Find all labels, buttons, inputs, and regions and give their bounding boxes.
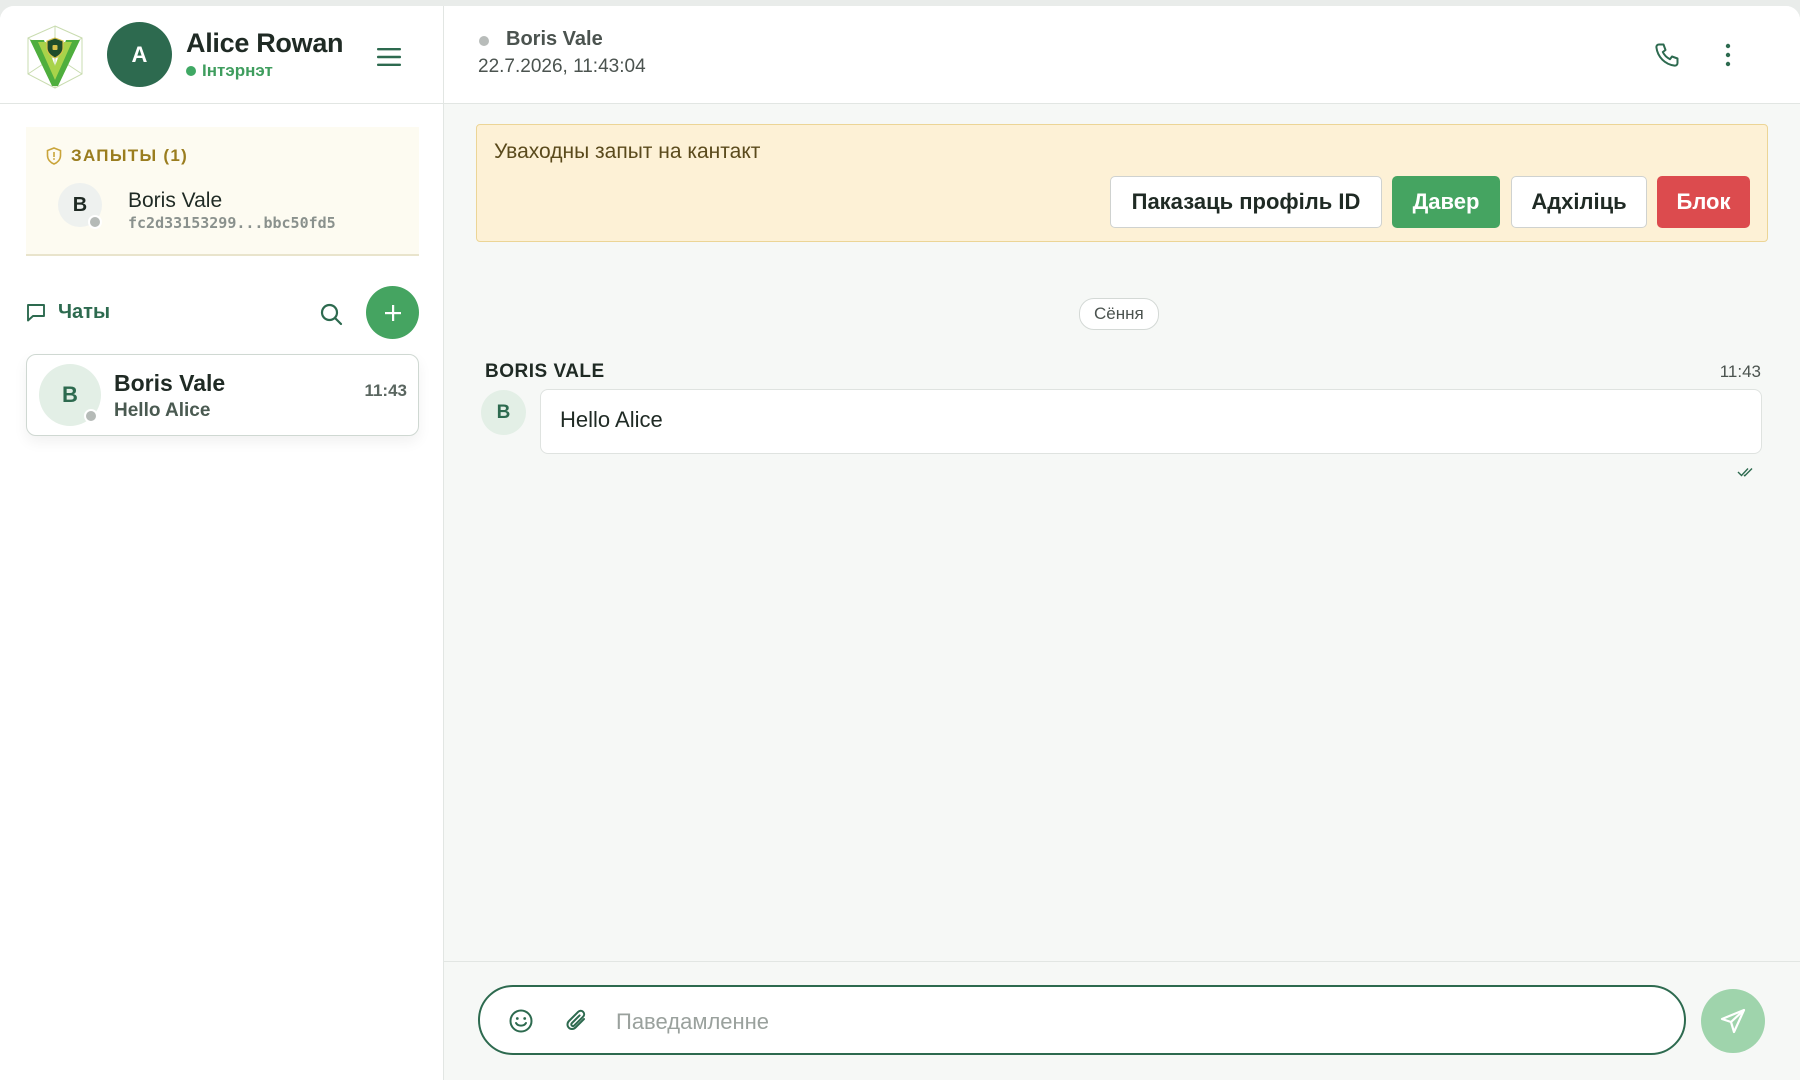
phone-icon[interactable]: [1653, 41, 1681, 69]
sidebar: A Alice Rowan Інтэрнэт ЗАПЫТЫ (1) B Bori…: [0, 6, 444, 1080]
contact-request-banner: Уваходны запыт на кантакт Паказаць профі…: [476, 124, 1768, 242]
connection-status: Інтэрнэт: [186, 61, 273, 81]
show-profile-id-button[interactable]: Паказаць профіль ID: [1110, 176, 1382, 228]
message-sender: BORIS VALE: [485, 361, 605, 382]
chat-last-message: Hello Alice: [114, 400, 211, 421]
app-logo-icon: [27, 25, 83, 89]
message-bubble[interactable]: Hello Alice: [540, 389, 1762, 454]
request-name[interactable]: Boris Vale: [128, 189, 222, 213]
conversation-header: Boris Vale 22.7.2026, 11:43:04: [444, 6, 1800, 104]
requests-heading: ЗАПЫТЫ (1): [46, 146, 188, 166]
request-profile-id: fc2d33153299...bbc50fd5: [128, 214, 336, 232]
send-icon: [1720, 1008, 1746, 1034]
request-avatar-letter: B: [72, 193, 88, 216]
message-input[interactable]: [614, 1001, 1658, 1043]
offline-dot-icon: [84, 409, 98, 423]
request-avatar[interactable]: B: [58, 183, 102, 229]
chat-avatar: B: [39, 364, 101, 426]
block-button[interactable]: Блок: [1657, 176, 1750, 228]
chats-header: Чаты: [26, 286, 419, 340]
contact-requests-panel: ЗАПЫТЫ (1) B Boris Vale fc2d33153299...b…: [26, 127, 419, 256]
my-avatar[interactable]: A: [107, 22, 172, 87]
message-avatar[interactable]: B: [481, 390, 526, 435]
offline-dot-icon: [88, 215, 102, 229]
peer-last-seen: 22.7.2026, 11:43:04: [478, 56, 646, 77]
requests-title: ЗАПЫТЫ (1): [71, 146, 189, 165]
app-window: A Alice Rowan Інтэрнэт ЗАПЫТЫ (1) B Bori…: [0, 6, 1800, 1080]
message-composer: [478, 985, 1686, 1055]
chat-bubble-icon: [27, 304, 45, 322]
paperclip-icon[interactable]: [564, 1007, 590, 1035]
chats-heading: Чаты: [26, 301, 110, 324]
smiley-icon[interactable]: [508, 1008, 534, 1034]
search-icon[interactable]: [319, 302, 343, 326]
online-dot-icon: [186, 66, 196, 76]
peer-status-dot-icon: [479, 36, 489, 46]
send-button[interactable]: [1701, 989, 1765, 1053]
connection-status-label: Інтэрнэт: [202, 61, 273, 80]
chat-name: Boris Vale: [114, 370, 226, 396]
plus-icon: [384, 304, 401, 321]
shield-icon: [46, 147, 62, 165]
chats-title: Чаты: [58, 301, 111, 323]
peer-name[interactable]: Boris Vale: [506, 28, 603, 51]
banner-text: Уваходны запыт на кантакт: [494, 140, 761, 163]
chat-avatar-letter: B: [62, 382, 78, 407]
sidebar-header: A Alice Rowan Інтэрнэт: [0, 6, 443, 104]
reject-button[interactable]: Адхіліць: [1511, 176, 1647, 228]
composer-bar: [444, 961, 1800, 1080]
day-separator: Сёння: [1079, 298, 1159, 330]
chat-list-item[interactable]: B Boris Vale Hello Alice 11:43: [26, 354, 419, 436]
my-name: Alice Rowan: [186, 28, 344, 58]
message-time: 11:43: [1719, 362, 1761, 381]
chat-time: 11:43: [364, 381, 407, 400]
hamburger-icon[interactable]: [376, 46, 402, 68]
trust-button[interactable]: Давер: [1392, 176, 1500, 228]
new-chat-button[interactable]: [366, 286, 419, 339]
double-check-icon: [1737, 468, 1753, 477]
kebab-icon[interactable]: [1723, 42, 1733, 68]
conversation-pane: Boris Vale 22.7.2026, 11:43:04 Уваходны …: [444, 6, 1800, 1080]
